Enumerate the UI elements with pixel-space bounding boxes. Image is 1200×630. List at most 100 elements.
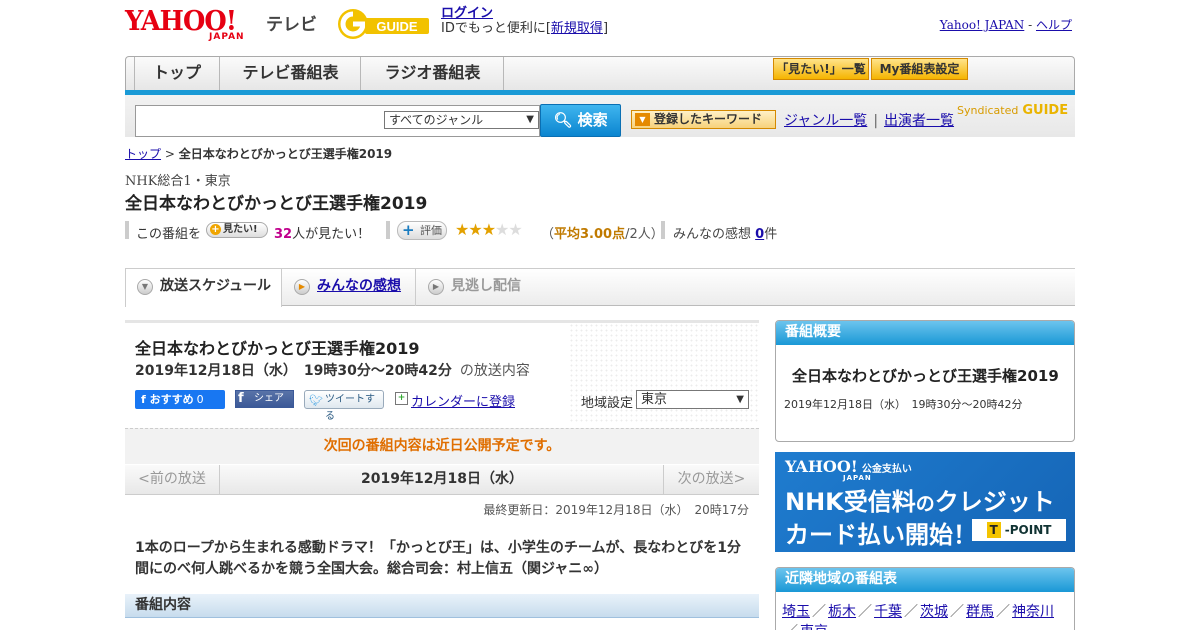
nearby-region-link[interactable]: 神奈川 [1012,604,1054,620]
nhk-fee-ad-banner[interactable]: YAHOO! JAPAN 公金支払い NHK受信料のクレジット カード払い開始！ T… [775,452,1075,552]
star-filled-icon: ★ [468,220,482,239]
tab-missed-streaming: ▶ 見逃し配信 [417,269,545,306]
registered-keywords-label: 登録したキーワード [654,112,763,126]
nav-tab-radio-schedule[interactable]: ラジオ番組表 [362,57,504,91]
broadcast-pager: <前の放送 2019年12月18日（水） 次の放送> [125,465,759,495]
rating-average: （平均3.00点/2人） [541,223,664,242]
syndicated-gguide-logo: Syndicated GUIDE [957,103,1068,118]
ad-yahoo-logo: YAHOO! JAPAN 公金支払い [785,457,912,482]
star-filled-icon: ★ [481,220,496,239]
nearby-separator: ／ [950,604,964,620]
nearby-region-link[interactable]: 群馬 [966,604,994,620]
mitai-count-suffix: 人が見たい！ [292,227,371,242]
nearby-separator: ／ [904,604,918,620]
chevron-down-icon: ▼ [736,394,744,405]
facebook-share-button[interactable]: f シェア [235,390,294,408]
genre-list-link[interactable]: ジャンル一覧 [784,113,867,129]
facebook-icon: f [238,391,244,406]
page-title: 全日本なわとびかっとび王選手権2019 [125,194,428,214]
region-label: 地域設定 [581,396,634,411]
chevron-down-icon: ▼ [526,114,534,125]
login-box: ログイン IDでもっと便利に[新規取得] [441,6,608,36]
region-select-value: 東京 [641,392,668,407]
rating-average-open: （ [541,227,555,242]
triangle-down-icon: ▼ [635,113,650,126]
login-suffix: ] [602,21,609,36]
tab-label: 見逃し配信 [451,278,521,294]
overview-date: 2019年12月18日（水） 19時30分～20時42分 [784,398,1023,411]
nearby-region-link[interactable]: 千葉 [874,604,902,620]
search-bar: すべてのジャンル ▼ 🔍︎ 検索 ▼ 登録したキーワード ジャンル一覧 | 出演者一覧 … [125,95,1075,137]
broadcast-date: 2019年12月18日（水） 19時30分～20時42分 の放送内容 [135,360,530,380]
syndicated-text: Syndicated [957,104,1019,117]
nearby-region-link[interactable]: 茨城 [920,604,948,620]
star-filled-icon: ★ [455,220,469,239]
ad-logo-japan: JAPAN [843,474,872,482]
facebook-recommend-button[interactable]: f おすすめ 0 [135,390,225,409]
gguide-logo[interactable]: GUIDE [335,6,433,42]
program-tabs: ▼ 放送スケジュール ▶ みんなの感想 ▶ 見逃し配信 [125,268,1075,307]
mitai-button[interactable]: + 見たい! [206,222,268,238]
overview-title: 全日本なわとびかっとび王選手権2019 [792,367,1059,385]
genre-select[interactable]: すべてのジャンル ▼ [384,111,539,129]
divider [661,221,665,239]
yahoo-logo-japan: JAPAN [209,32,245,42]
yahoo-japan-link[interactable]: Yahoo! JAPAN [940,18,1025,32]
tpoint-logo: T -POINT [972,519,1066,541]
channel-name: NHK総合1・東京 [125,174,231,189]
nav-tab-top[interactable]: トップ [134,57,220,91]
facebook-share-label: シェア [254,393,284,404]
twitter-bird-icon: 🐦︎ [309,394,323,407]
tab-broadcast-schedule[interactable]: ▼ 放送スケジュール [125,269,282,307]
login-link[interactable]: ログイン [441,6,493,21]
my-schedule-settings-button[interactable]: My番組表設定 [871,58,968,80]
calendar-register-link[interactable]: + カレンダーに登録 [395,391,515,410]
rating-average-people: /2人） [625,227,664,242]
impressions-count-link[interactable]: 0 [755,227,764,242]
play-icon: ▶ [294,279,310,295]
mitai-list-button[interactable]: 「見たい!」一覧 [773,58,869,80]
nearby-region-link[interactable]: 埼玉 [782,604,810,620]
divider [386,221,390,239]
next-broadcast-link[interactable]: 次の放送> [663,465,759,495]
broadcast-title: 全日本なわとびかっとび王選手権2019 [135,339,420,358]
rate-button-label: 評価 [420,224,442,237]
ad-headline-2: カード払い開始！ [785,521,977,549]
signup-link[interactable]: 新規取得 [551,21,603,36]
prev-broadcast-link[interactable]: <前の放送 [125,465,220,495]
tpoint-text: -POINT [1004,523,1052,537]
star-empty-icon: ★ [495,220,509,239]
nearby-region-link[interactable]: 東京 [800,624,828,630]
tweet-button[interactable]: 🐦︎ ツイートする [304,390,384,422]
rate-button[interactable]: + 評価 [397,221,447,240]
help-link[interactable]: ヘルプ [1036,18,1072,32]
next-broadcast-note: 次回の番組内容は近日公開予定です。 [125,428,759,464]
ad-headline-1b: の [915,493,935,515]
calendar-add-icon: + [395,392,408,405]
search-links: ジャンル一覧 | 出演者一覧 [784,110,954,130]
broadcast-date-value: 2019年12月18日（水） 19時30分～20時42分 [135,363,452,379]
program-info-row: この番組を + 見たい! 32人が見たい！ + 評価 ★★★★★ （平均3.00点/… [125,219,1075,243]
nearby-region-link[interactable]: 栃木 [828,604,856,620]
nearby-separator: ／ [858,604,872,620]
search-button[interactable]: 🔍︎ 検索 [540,104,621,137]
impressions-label: みんなの感想 [673,227,752,242]
calendar-register-label: カレンダーに登録 [411,395,516,410]
breadcrumb-top-link[interactable]: トップ [125,147,161,161]
pager-current-date: 2019年12月18日（水） [361,471,523,487]
ad-headline-1: NHK受信料のクレジット [785,482,1055,517]
nearby-heading: 近隣地域の番組表 [776,568,1074,592]
region-select[interactable]: 東京 ▼ [636,390,749,409]
tab-impressions[interactable]: ▶ みんなの感想 [283,269,416,306]
mitai-count: 32人が見たい！ [274,223,370,242]
search-icon: 🔍︎ [553,111,573,129]
broadcast-date-suffix: の放送内容 [459,363,530,379]
cast-list-link[interactable]: 出演者一覧 [884,113,954,129]
rating-stars: ★★★★★ [455,220,523,239]
play-icon: ▶ [428,279,444,295]
registered-keywords-button[interactable]: ▼ 登録したキーワード [631,110,776,129]
tpoint-t-mark: T [986,522,1001,538]
nav-tab-tv-schedule[interactable]: テレビ番組表 [221,57,361,91]
header-links: Yahoo! JAPAN - ヘルプ [940,16,1072,33]
nearby-regions-panel: 近隣地域の番組表 埼玉／栃木／千葉／茨城／群馬／神奈川／東京 [775,567,1075,630]
